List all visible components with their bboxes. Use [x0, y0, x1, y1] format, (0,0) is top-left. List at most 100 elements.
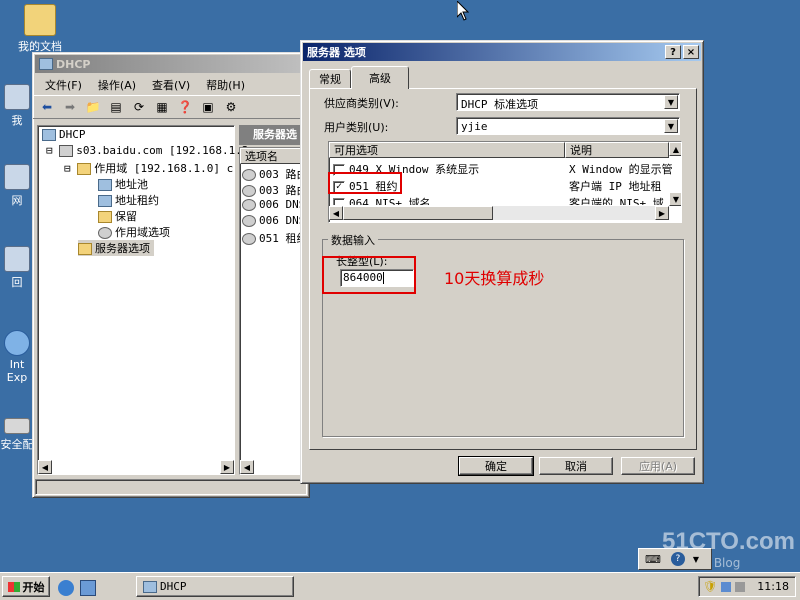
options-scroll-down[interactable]: ▼ — [669, 192, 681, 206]
system-tray: 🛡 11:18 — [698, 576, 796, 597]
chevron-down-icon[interactable]: ▼ — [664, 95, 678, 109]
taskbar-dhcp-button[interactable]: DHCP — [136, 576, 294, 597]
list-item[interactable]: 006 DNS — [242, 198, 305, 211]
cancel-button[interactable]: 取消 — [539, 457, 613, 475]
server-icon — [59, 145, 74, 157]
option-icon — [242, 169, 256, 181]
options-scroll-up[interactable]: ▲ — [669, 142, 681, 156]
printer-icon[interactable] — [734, 581, 745, 592]
options-hscrollbar[interactable]: ◀ ▶ — [329, 206, 669, 220]
options-scroll-thumb[interactable] — [343, 206, 493, 220]
pool-icon — [98, 179, 112, 191]
desktop-icon-recycle-bin[interactable]: 回 — [0, 246, 34, 290]
list-item[interactable]: 003 路由 — [242, 182, 306, 198]
back-arrow-icon[interactable]: ⬅ — [37, 98, 57, 116]
dhcp-window: DHCP 文件(F) 操作(A) 查看(V) 帮助(H) ⬅ ➡ 📁 ▤ ⟳ ▦… — [32, 52, 310, 498]
list-item[interactable]: 051 租约 — [242, 230, 306, 246]
data-entry-group-label: 数据输入 — [328, 232, 378, 248]
tree-address-leases[interactable]: 地址租约 — [98, 192, 159, 208]
tree-reservations[interactable]: 保留 — [98, 208, 137, 224]
lease-icon — [98, 195, 112, 207]
tree-scroll-right[interactable]: ▶ — [220, 460, 234, 474]
option-desc-049: X Window 的显示管 — [569, 163, 673, 176]
tree-scope[interactable]: ⊟ 作用域 [192.168.1.0] c — [64, 160, 233, 176]
vendor-class-label: 供应商类别(V): — [324, 97, 399, 110]
tree-scroll-left[interactable]: ◀ — [38, 460, 52, 474]
tree-address-pool[interactable]: 地址池 — [98, 176, 148, 192]
list-item[interactable]: 003 路由 — [242, 166, 306, 182]
apply-button[interactable]: 应用(A) — [621, 457, 695, 475]
option-icon — [242, 215, 256, 227]
keyboard-icon[interactable]: ⌨ — [645, 553, 661, 566]
vendor-class-select[interactable]: DHCP 标准选项 ▼ — [456, 93, 680, 111]
show-tree-icon[interactable]: ▤ — [106, 98, 126, 116]
help-icon[interactable]: ❓ — [175, 98, 195, 116]
option-desc-051: 客户端 IP 地址租 — [569, 180, 662, 193]
desktop-icon-security[interactable]: 安全配 — [0, 418, 34, 452]
folder-icon — [78, 243, 92, 255]
windows-logo-icon — [7, 581, 20, 592]
list-item[interactable]: 006 DNS — [242, 214, 305, 227]
properties-icon[interactable]: ▣ — [198, 98, 218, 116]
options-scroll-right[interactable]: ▶ — [655, 206, 669, 220]
desktop-icon-my-computer[interactable]: 我 — [0, 84, 34, 128]
ok-button[interactable]: 确定 — [458, 456, 534, 476]
desktop-icon-my-documents[interactable]: 我的文档 — [10, 4, 70, 54]
options-icon — [98, 227, 112, 239]
dhcp-toolbar: ⬅ ➡ 📁 ▤ ⟳ ▦ ❓ ▣ ⚙ — [33, 95, 309, 119]
right-pane-header: 服务器选 — [239, 125, 307, 145]
dialog-titlebar[interactable]: 服务器 选项 ? × — [303, 43, 701, 61]
recycle-bin-icon — [4, 246, 30, 272]
tree-server-options[interactable]: 服务器选项 — [78, 240, 154, 256]
options-header-available[interactable]: 可用选项 — [329, 142, 565, 158]
desktop-icon-ie[interactable]: Int Exp — [0, 330, 34, 384]
list-header-option-name[interactable]: 选项名 — [240, 148, 306, 164]
user-class-select[interactable]: yjie ▼ — [456, 117, 680, 135]
menu-action[interactable]: 操作(A) — [90, 77, 144, 93]
shield-icon[interactable]: 🛡 — [703, 580, 717, 593]
right-list-pane[interactable]: 选项名 003 路由 003 路由 006 DNS 006 DNS 051 租约… — [239, 147, 307, 475]
export-icon[interactable]: ▦ — [152, 98, 172, 116]
tab-general[interactable]: 常规 — [309, 69, 351, 89]
tree-root[interactable]: DHCP — [42, 128, 86, 141]
tree-server[interactable]: ⊟ s03.baidu.com [192.168.1.2 — [46, 144, 248, 157]
chevron-down-icon[interactable]: ▼ — [693, 555, 699, 564]
dhcp-menubar: 文件(F) 操作(A) 查看(V) 帮助(H) — [33, 75, 309, 95]
quick-launch-ie-icon[interactable] — [58, 580, 74, 596]
dhcp-statusbar — [35, 479, 307, 495]
taskbar: 开始 DHCP 🛡 11:18 — [0, 572, 800, 600]
forward-arrow-icon[interactable]: ➡ — [60, 98, 80, 116]
tree-pane[interactable]: DHCP ⊟ s03.baidu.com [192.168.1.2 ⊟ 作用域 … — [37, 125, 248, 475]
language-bar[interactable]: ⌨ ? ▼ — [638, 548, 712, 570]
tree-scope-options[interactable]: 作用域选项 — [98, 224, 170, 240]
menu-help[interactable]: 帮助(H) — [198, 77, 253, 93]
options-icon[interactable]: ⚙ — [221, 98, 241, 116]
security-icon — [4, 418, 30, 434]
up-folder-icon[interactable]: 📁 — [83, 98, 103, 116]
start-button[interactable]: 开始 — [2, 576, 50, 597]
folder-icon — [77, 163, 92, 175]
option-row-064[interactable]: 064 NIS+ 域名 — [333, 195, 431, 205]
checkbox[interactable] — [333, 198, 345, 205]
chevron-down-icon[interactable]: ▼ — [664, 119, 678, 133]
user-class-label: 用户类别(U): — [324, 121, 389, 134]
quick-launch-desktop-icon[interactable] — [80, 580, 96, 596]
list-scroll-left[interactable]: ◀ — [240, 460, 254, 474]
options-scroll-left[interactable]: ◀ — [329, 206, 343, 220]
dhcp-titlebar[interactable]: DHCP — [35, 55, 307, 73]
close-button[interactable]: × — [683, 45, 699, 59]
help-button[interactable]: ? — [665, 45, 681, 59]
refresh-icon[interactable]: ⟳ — [129, 98, 149, 116]
network-icon — [4, 164, 30, 190]
menu-view[interactable]: 查看(V) — [144, 77, 198, 93]
dhcp-app-icon — [39, 58, 53, 70]
clock[interactable]: 11:18 — [757, 580, 789, 593]
options-header-description[interactable]: 说明 — [565, 142, 669, 158]
help-circle-icon[interactable]: ? — [670, 552, 685, 566]
menu-file[interactable]: 文件(F) — [37, 77, 90, 93]
network-icon[interactable] — [720, 581, 731, 592]
dhcp-app-icon — [143, 580, 157, 593]
option-icon — [242, 185, 256, 197]
desktop-icon-network[interactable]: 网 — [0, 164, 34, 208]
tab-advanced[interactable]: 高级 — [351, 66, 409, 89]
